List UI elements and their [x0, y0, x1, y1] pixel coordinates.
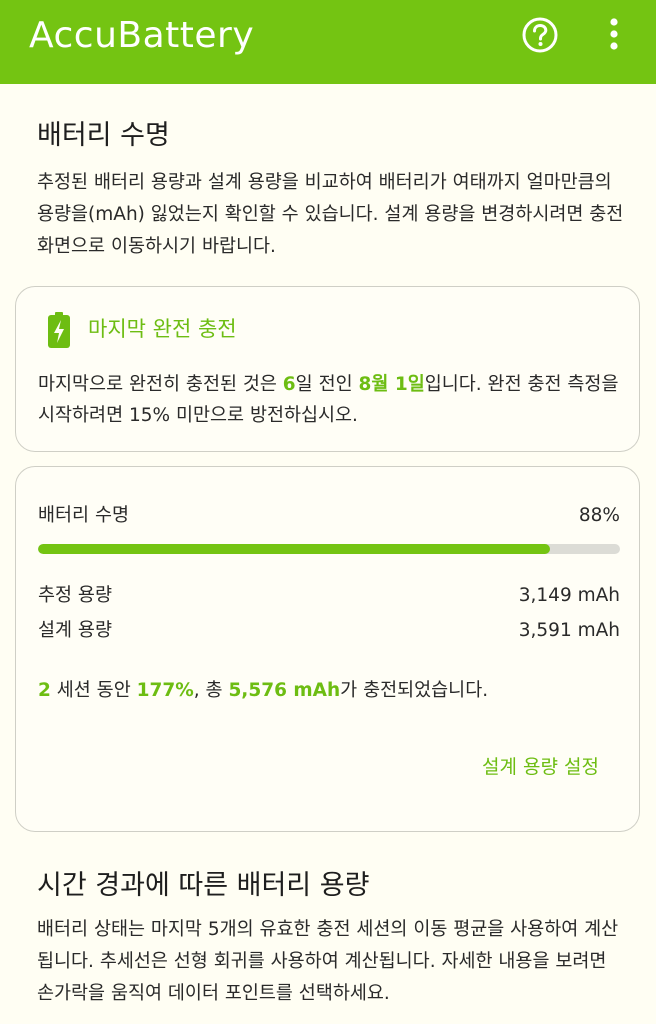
design-capacity-value: 3,591 mAh	[518, 620, 620, 641]
set-design-capacity-button[interactable]: 설계 용량 설정	[482, 753, 599, 781]
battery-health-card: 배터리 수명 88% 추정 용량 3,149 mAh 설계 용량 3,591 m…	[15, 466, 640, 832]
charge-summary: 2 세션 동안 177%, 총 5,576 mAh가 충전되었습니다.	[38, 680, 489, 701]
more-options-button[interactable]	[598, 13, 630, 57]
capacity-over-time-title: 시간 경과에 따른 배터리 용량	[37, 870, 370, 901]
last-full-charge-text: 마지막으로 완전히 충전된 것은 6일 전인 8월 1일입니다. 완전 충전 측…	[38, 374, 619, 426]
last-charge-date: 8월 1일	[358, 374, 425, 395]
more-vert-icon	[610, 18, 618, 50]
charged-mah: 5,576 mAh	[228, 680, 341, 701]
health-progress-fill	[38, 544, 551, 554]
app-title: AccuBattery	[29, 15, 255, 56]
battery-health-title: 배터리 수명	[37, 120, 170, 151]
session-count: 2	[38, 680, 51, 701]
battery-health-description: 추정된 배터리 용량과 설계 용량을 비교하여 배터리가 여태까지 얼마만큼의 …	[37, 172, 624, 257]
charged-percent: 177%	[136, 680, 194, 701]
health-value: 88%	[578, 505, 620, 526]
days-ago-value: 6	[282, 374, 296, 395]
estimated-capacity-value: 3,149 mAh	[518, 585, 620, 606]
health-progress-bar	[38, 544, 620, 554]
app-bar: AccuBattery	[0, 0, 656, 84]
estimated-capacity-label: 추정 용량	[38, 585, 112, 606]
help-button[interactable]	[520, 15, 560, 55]
help-circle-icon	[522, 17, 558, 53]
capacity-over-time-description: 배터리 상태는 마지막 5개의 유효한 충전 세션의 이동 평균을 사용하여 계…	[37, 919, 619, 1004]
health-label: 배터리 수명	[38, 505, 129, 526]
battery-charging-icon	[48, 312, 70, 348]
design-capacity-label: 설계 용량	[38, 620, 112, 641]
last-full-charge-card: 마지막 완전 충전 마지막으로 완전히 충전된 것은 6일 전인 8월 1일입니…	[15, 286, 640, 452]
last-full-charge-title: 마지막 완전 충전	[88, 317, 237, 341]
